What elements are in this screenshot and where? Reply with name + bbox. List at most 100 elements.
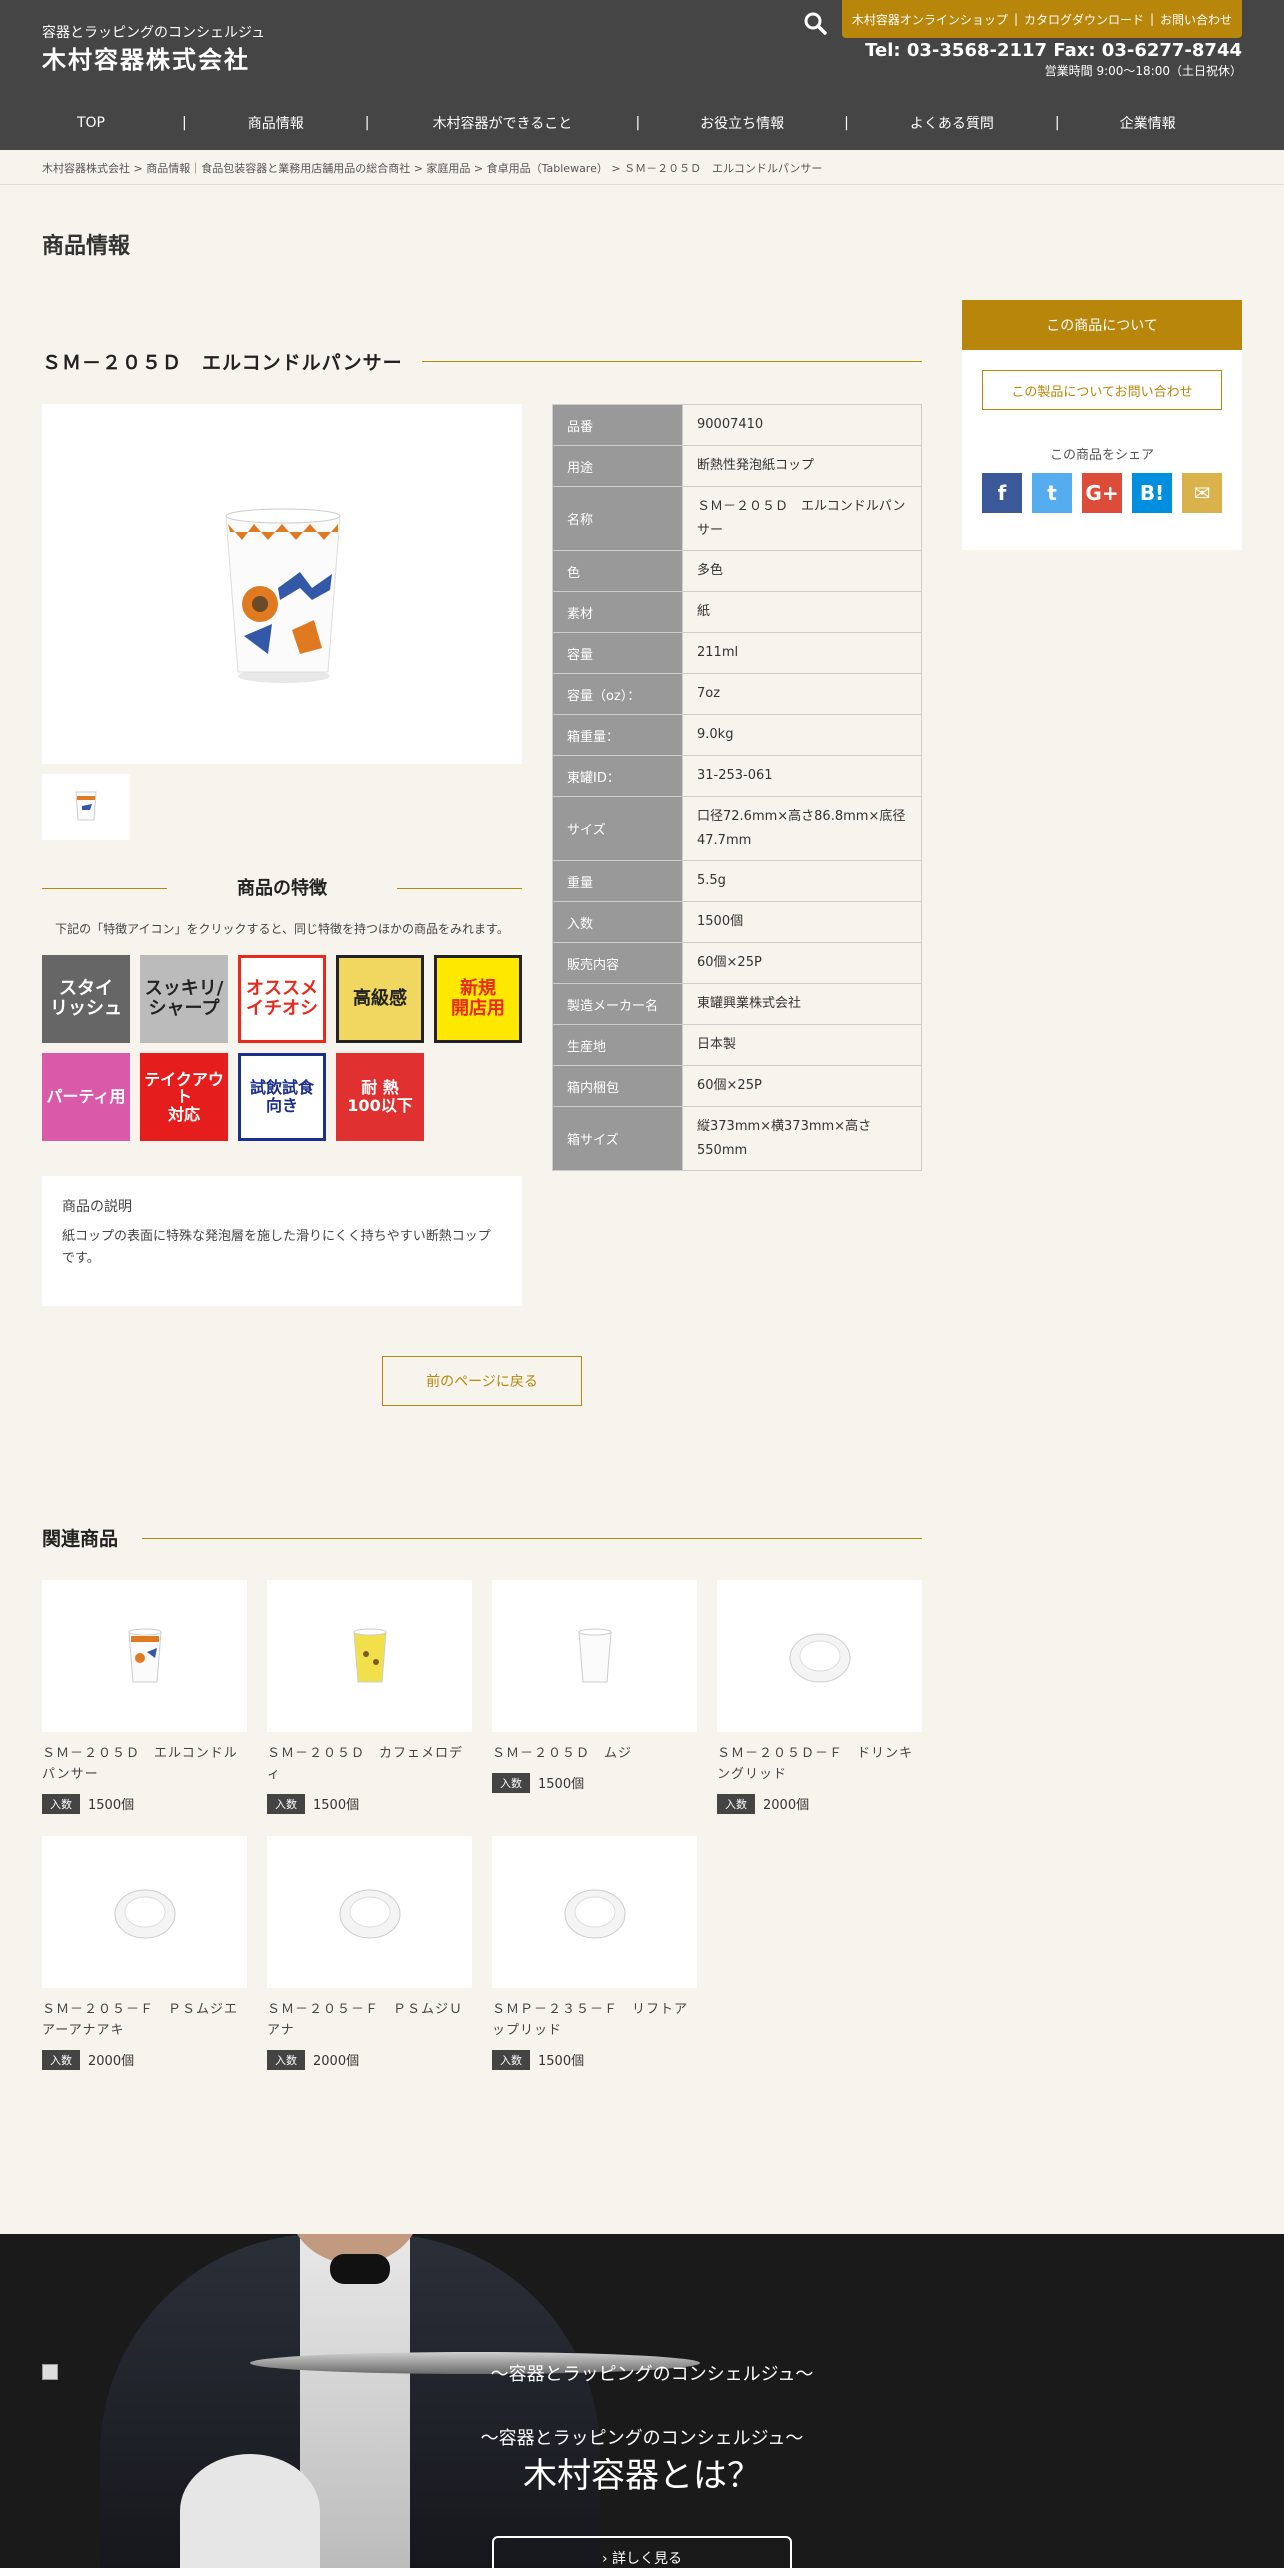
related-product-name[interactable]: ＳＭ－２０５Ｄ カフェメロディ [267, 1744, 472, 1786]
spec-value: 1500個 [682, 901, 922, 943]
sharp-icon[interactable]: スッキリ/ シャープ [140, 955, 228, 1043]
related-product-name[interactable]: ＳＭ－２０５－Ｆ ＰＳムジエアーアナアキ [42, 2000, 247, 2042]
qty-tag: 入数 [717, 1793, 755, 1814]
features-heading: 商品の特徴 [42, 874, 522, 900]
related-product-qty: 入数 1500個 [492, 1772, 697, 1793]
spec-key: 箱重量： [552, 714, 683, 756]
related-product-image[interactable] [492, 1836, 697, 1988]
stylish-icon[interactable]: スタイ リッシュ [42, 955, 130, 1043]
spec-value: 211ml [682, 632, 922, 674]
tasting-icon[interactable]: 試飲試食 向き [238, 1053, 326, 1141]
spec-value: 紙 [682, 591, 922, 633]
google-plus-icon[interactable]: G+ [1082, 473, 1122, 513]
spec-value: 縦373mm×横373mm×高さ550mm [682, 1106, 922, 1171]
share-label: この商品をシェア [1049, 448, 1154, 463]
nav-products[interactable]: 商品情報 [187, 113, 365, 133]
spec-row: 容量 211ml [552, 632, 922, 674]
spec-value: 60個×25P [682, 942, 922, 984]
hatena-bookmark-icon[interactable]: B! [1132, 473, 1172, 513]
site-logo[interactable]: 木村容器株式会社 [42, 40, 250, 75]
spec-key: 色 [552, 550, 683, 592]
heat-resistant-icon[interactable]: 耐 熱 100以下 [336, 1053, 424, 1141]
spec-row: 製造メーカー名 東罐興業株式会社 [552, 983, 922, 1025]
description-heading: 商品の説明 [62, 1199, 132, 1215]
divider [397, 888, 522, 889]
qty-tag: 入数 [492, 2049, 530, 2070]
spec-key: 素材 [552, 591, 683, 633]
banner-title: 木村容器とは？ [523, 2456, 761, 2496]
new-store-icon[interactable]: 新規 開店用 [434, 955, 522, 1043]
product-thumbnail[interactable] [42, 774, 130, 840]
spec-row: 素材紙 [552, 591, 922, 633]
breadcrumb[interactable]: 木村容器株式会社 > 商品情報｜食品包装容器と業務用店舗用品の総合商社 > 家庭… [42, 160, 822, 176]
spec-key: 品番 [552, 404, 683, 446]
related-product-card[interactable]: ＳＭ－２０５Ｄ カフェメロディ 入数 1500個 [267, 1580, 472, 1814]
related-product-image[interactable] [42, 1836, 247, 1988]
related-product-card[interactable]: ＳＭＰ－２３５－Ｆ リフトアップリッド入数 1500個 [492, 1836, 697, 2070]
party-icon[interactable]: パーティ用 [42, 1053, 130, 1141]
related-product-qty: 入数 2000個 [267, 2049, 472, 2070]
spec-row: 箱重量： 9.0kg [552, 714, 922, 756]
related-product-image[interactable] [267, 1580, 472, 1732]
nav-faq[interactable]: よくある質問 [849, 113, 1055, 133]
share-icons: f t G+ B! ✉ [962, 473, 1242, 513]
online-shop-link[interactable]: 木村容器オンラインショップ [849, 11, 1011, 28]
spec-value: 多色 [682, 550, 922, 592]
related-product-image[interactable] [492, 1580, 697, 1732]
product-contact-button[interactable]: この製品についてお問い合わせ [982, 370, 1222, 410]
spec-row: 重量 5.5g [552, 860, 922, 902]
spec-row: サイズ 口径72.6mm×高さ86.8mm×底径47.7mm [552, 796, 922, 861]
product-main-image[interactable] [42, 404, 522, 764]
related-product-card[interactable]: ＳＭ－２０５Ｄ－Ｆ ドリンキングリッド 入数 2000個 [717, 1580, 922, 1814]
related-product-name[interactable]: ＳＭ－２０５Ｄ－Ｆ ドリンキングリッド [717, 1744, 922, 1786]
related-rule [142, 1538, 922, 1539]
spec-value: 7oz [682, 673, 922, 715]
spec-key: 入数 [552, 901, 683, 943]
related-product-qty: 入数 1500個 [492, 2049, 697, 2070]
qty-value: 2000個 [313, 2054, 360, 2070]
qty-value: 2000個 [88, 2054, 135, 2070]
related-product-card[interactable]: ＳＭ－２０５－Ｆ ＰＳムジＵアナ入数 2000個 [267, 1836, 472, 2070]
nav-tips[interactable]: お役立ち情報 [640, 113, 844, 133]
takeout-icon[interactable]: テイクアウト 対応 [140, 1053, 228, 1141]
nav-company[interactable]: 企業情報 [1060, 113, 1236, 133]
spec-row: 名称 ＳＭ－２０５Ｄ エルコンドルパンサー [552, 486, 922, 551]
spec-key: 名称 [552, 486, 683, 551]
luxury-icon[interactable]: 高級感 [336, 955, 424, 1043]
contact-link[interactable]: お問い合わせ [1157, 11, 1235, 28]
related-product-name[interactable]: ＳＭ－２０５Ｄ ムジ [492, 1744, 697, 1765]
recommend-icon[interactable]: オススメ イチオシ [238, 955, 326, 1043]
spec-key: 用途 [552, 445, 683, 487]
back-button[interactable]: 前のページに戻る [382, 1356, 582, 1406]
spec-key: 容量 [552, 632, 683, 674]
related-product-name[interactable]: ＳＭＰ－２３５－Ｆ リフトアップリッド [492, 2000, 697, 2042]
spec-row: 生産地 日本製 [552, 1024, 922, 1066]
search-icon[interactable] [802, 10, 828, 36]
spec-value: 31-253-061 [682, 755, 922, 797]
spec-row: 箱サイズ 縦373mm×横373mm×高さ550mm [552, 1106, 922, 1171]
twitter-icon[interactable]: t [1032, 473, 1072, 513]
title-rule [422, 361, 922, 362]
related-product-card[interactable]: ＳＭ－２０５Ｄ ムジ 入数 1500個 [492, 1580, 697, 1793]
related-product-name[interactable]: ＳＭ－２０５Ｄ エルコンドルパンサー [42, 1744, 247, 1786]
catalog-download-link[interactable]: カタログダウンロード [1021, 11, 1147, 28]
nav-top[interactable]: TOP [0, 115, 182, 131]
spec-key: 生産地 [552, 1024, 683, 1066]
nav-services[interactable]: 木村容器ができること [369, 113, 635, 133]
related-product-qty: 入数 1500個 [42, 1793, 247, 1814]
qty-value: 1500個 [313, 1798, 360, 1814]
facebook-icon[interactable]: f [982, 473, 1022, 513]
related-product-image[interactable] [267, 1836, 472, 1988]
cup-thumbnail-icon [75, 791, 97, 821]
sidebar: この商品について この製品についてお問い合わせ この商品をシェア f t G+ B! ✉ [962, 300, 1242, 550]
related-product-card[interactable]: ＳＭ－２０５Ｄ エルコンドルパンサー入数 1500個 [42, 1580, 247, 1814]
related-product-name[interactable]: ＳＭ－２０５－Ｆ ＰＳムジＵアナ [267, 2000, 472, 2042]
mail-icon[interactable]: ✉ [1182, 473, 1222, 513]
related-product-card[interactable]: ＳＭ－２０５－Ｆ ＰＳムジエアーアナアキ 入数 2000個 [42, 1836, 247, 2070]
learn-more-button[interactable]: › 詳しく見る [492, 2536, 792, 2568]
spec-key: サイズ [552, 796, 683, 861]
related-product-image[interactable] [42, 1580, 247, 1732]
related-product-image[interactable] [717, 1580, 922, 1732]
spec-value: 9.0kg [682, 714, 922, 756]
spec-key: 製造メーカー名 [552, 983, 683, 1025]
